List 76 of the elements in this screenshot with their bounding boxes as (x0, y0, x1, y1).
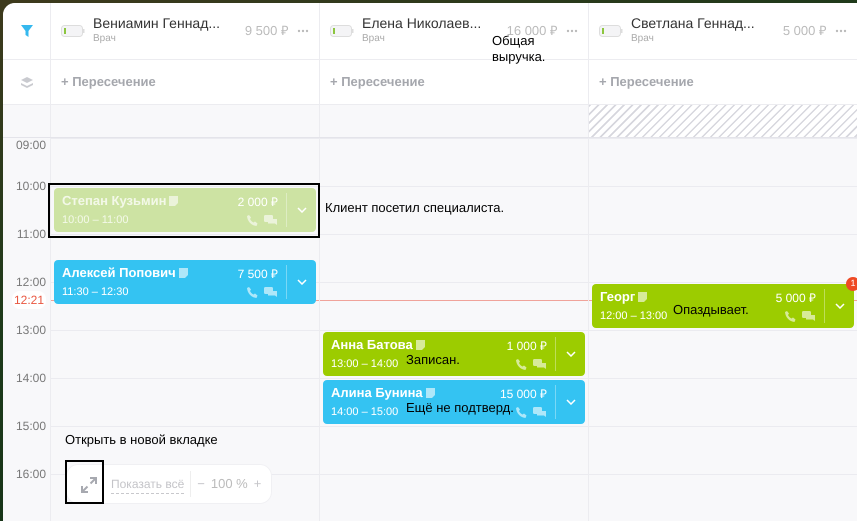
chat-icon[interactable] (802, 311, 816, 322)
appointment-card[interactable]: Степан Кузьмин 10:00 – 11:00 2 000 ₽ (54, 188, 316, 232)
more-icon[interactable] (566, 29, 578, 33)
staff-name[interactable]: Елена Николаев... (362, 16, 482, 32)
appointment-price: 7 500 ₽ (238, 266, 278, 283)
chevron-down-icon (296, 207, 306, 213)
time-label: 09:00 (16, 137, 46, 154)
layers-icon[interactable] (20, 76, 34, 88)
appointment-time: 13:00 – 14:00 (331, 357, 398, 372)
appointment-time: 14:00 – 15:00 (331, 405, 398, 420)
note-icon (426, 388, 435, 398)
staff-name[interactable]: Светлана Геннад... (631, 16, 755, 32)
phone-icon[interactable] (247, 215, 258, 226)
appointment-time: 10:00 – 11:00 (62, 213, 128, 228)
annotation-text: Клиент посетил специалиста. (325, 200, 504, 216)
chevron-down-icon (834, 303, 844, 309)
staff-role: Врач (631, 32, 655, 46)
revenue-total: 9 500 ₽ (244, 22, 289, 40)
appointment-price: 1 000 ₽ (506, 338, 547, 355)
phone-icon[interactable] (785, 311, 796, 322)
client-name: Анна Батова (331, 337, 413, 354)
add-intersection-link[interactable]: + Пересечение (599, 72, 694, 92)
client-name: Степан Кузьмин (62, 193, 166, 210)
chat-icon[interactable] (264, 215, 278, 226)
staff-name[interactable]: Вениамин Геннад... (93, 16, 220, 32)
staff-role: Врач (93, 32, 117, 46)
chevron-down-icon (296, 279, 306, 285)
time-label: 16:00 (16, 466, 46, 483)
note-icon (178, 268, 188, 278)
battery-icon (61, 25, 85, 37)
current-time-label: 12:21 (12, 290, 46, 309)
appointment-card[interactable]: Алексей Попович 11:30 – 12:30 7 500 ₽ (54, 260, 316, 304)
chat-icon[interactable] (533, 407, 547, 418)
highlight-frame (65, 460, 104, 504)
appointment-time: 11:30 – 12:30 (62, 285, 128, 300)
annotation-text: Открыть в новой вкладке (65, 432, 218, 448)
add-intersection-link[interactable]: + Пересечение (330, 72, 425, 92)
time-label: 11:00 (16, 226, 46, 243)
zoom-in-button[interactable]: + (254, 474, 262, 494)
chevron-down-icon (566, 399, 576, 405)
appointment-price: 2 000 ₽ (238, 194, 278, 211)
appointment-time: 12:00 – 13:00 (600, 309, 668, 324)
phone-icon[interactable] (516, 359, 527, 370)
client-name: Алина Бунина (331, 385, 423, 402)
time-label: 12:00 (16, 274, 46, 291)
filter-icon[interactable] (20, 24, 34, 38)
phone-icon[interactable] (247, 287, 258, 298)
notification-badge: 1 (846, 277, 857, 291)
client-name: Георг (600, 289, 636, 306)
note-icon (416, 340, 425, 350)
more-icon[interactable] (835, 29, 847, 33)
chat-icon[interactable] (533, 359, 547, 370)
client-name: Алексей Попович (62, 265, 176, 282)
time-label: 15:00 (16, 418, 46, 435)
battery-icon (599, 25, 623, 37)
annotation-text: Ещё не подтверд. (406, 400, 514, 416)
revenue-total: 5 000 ₽ (782, 22, 827, 40)
more-icon[interactable] (297, 29, 309, 33)
note-icon (638, 292, 648, 302)
time-label: 14:00 (16, 370, 46, 387)
show-all-link[interactable]: Показать всё (111, 474, 184, 494)
note-icon (169, 196, 178, 206)
battery-icon (330, 25, 354, 37)
zoom-level: 100 % (210, 475, 248, 494)
zoom-out-button[interactable]: − (197, 474, 205, 494)
chat-icon[interactable] (264, 287, 278, 298)
appointment-price: 15 000 ₽ (500, 386, 547, 403)
appointment-price: 5 000 ₽ (776, 290, 816, 307)
add-intersection-link[interactable]: + Пересечение (61, 72, 156, 92)
staff-role: Врач (362, 32, 386, 46)
chevron-down-icon (566, 351, 576, 357)
annotation-text: Опаздывает. (673, 302, 749, 318)
annotation-text: Записан. (406, 352, 460, 368)
phone-icon[interactable] (516, 407, 527, 418)
time-label: 13:00 (16, 322, 46, 339)
time-label: 10:00 (16, 178, 46, 195)
